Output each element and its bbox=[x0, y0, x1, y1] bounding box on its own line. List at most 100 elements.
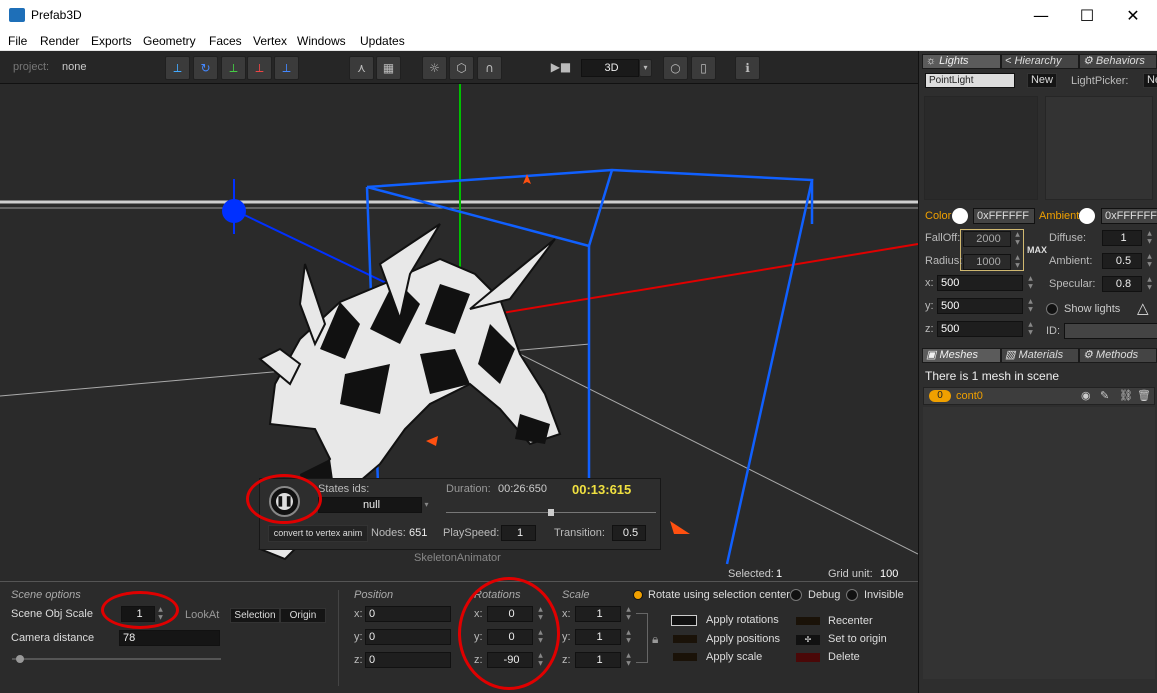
device-icon[interactable]: ▯ bbox=[691, 56, 716, 80]
light-x-spinner-icon[interactable]: ▲ ▼ bbox=[1026, 275, 1035, 291]
link-icon[interactable]: ⛓ bbox=[1119, 389, 1133, 402]
scale-y-spinner-icon[interactable]: ▲ ▼ bbox=[624, 629, 633, 645]
info-camera-icon[interactable]: ℹ bbox=[735, 56, 760, 80]
axis-z-icon[interactable]: ⟂ bbox=[274, 56, 299, 80]
falloff-spinner-icon[interactable]: ▲ ▼ bbox=[1013, 231, 1022, 247]
menu-render[interactable]: Render bbox=[40, 34, 79, 48]
grid-icon[interactable]: ▦ bbox=[376, 56, 401, 80]
edit-icon[interactable]: ✎ bbox=[1100, 389, 1109, 402]
camera-icon[interactable]: ▶■ bbox=[547, 56, 575, 80]
ambient-color-input[interactable]: 0xFFFFFF bbox=[1101, 208, 1157, 224]
light-type-select[interactable]: PointLight bbox=[925, 73, 1015, 88]
minimize-button[interactable]: — bbox=[1018, 0, 1064, 31]
close-button[interactable]: ✕ bbox=[1110, 0, 1156, 31]
diffuse-spinner-icon[interactable]: ▲ ▼ bbox=[1145, 230, 1154, 246]
apply-scale-toggle[interactable] bbox=[673, 653, 697, 661]
set-to-origin-button[interactable]: ✢ bbox=[796, 635, 820, 645]
perspective-icon[interactable]: ⋏ bbox=[349, 56, 374, 80]
color-input[interactable]: 0xFFFFFF bbox=[973, 208, 1035, 224]
show-lights-radio[interactable] bbox=[1046, 303, 1058, 315]
lookat-selection-button[interactable]: Selection bbox=[230, 608, 280, 623]
circle-icon[interactable]: ○ bbox=[663, 56, 688, 80]
view-mode-select[interactable]: 3D bbox=[581, 59, 639, 77]
position-y-label: y: bbox=[354, 631, 363, 643]
scale-z-input[interactable]: 1 bbox=[575, 652, 621, 668]
position-x-input[interactable]: 0 bbox=[365, 606, 451, 622]
light-y-input[interactable]: 500 bbox=[937, 298, 1023, 314]
tab-lights[interactable]: ☼ Lights bbox=[922, 54, 1001, 69]
states-select[interactable]: null bbox=[318, 497, 422, 513]
specular-spinner-icon[interactable]: ▲ ▼ bbox=[1145, 276, 1154, 292]
trash-icon[interactable]: 🗑︎ bbox=[1137, 389, 1151, 402]
light-x-input[interactable]: 500 bbox=[937, 275, 1023, 291]
lookat-origin-button[interactable]: Origin bbox=[280, 608, 326, 623]
ambient-swatch[interactable] bbox=[1079, 208, 1095, 224]
radius-spinner-icon[interactable]: ▲ ▼ bbox=[1013, 254, 1022, 270]
lightpicker-list[interactable] bbox=[1045, 96, 1153, 200]
maximize-button[interactable]: ☐ bbox=[1064, 0, 1110, 31]
tab-hierarchy[interactable]: < Hierarchy bbox=[1001, 54, 1079, 69]
position-y-input[interactable]: 0 bbox=[365, 629, 451, 645]
menu-geometry[interactable]: Geometry bbox=[143, 34, 196, 48]
lightpicker-new-button[interactable]: New bbox=[1143, 73, 1157, 88]
cube-icon[interactable]: ⬡ bbox=[449, 56, 474, 80]
view-mode-dropdown-icon[interactable]: ▾ bbox=[639, 59, 652, 77]
states-dropdown-icon[interactable]: ▾ bbox=[422, 497, 431, 513]
tab-meshes[interactable]: ▣ Meshes bbox=[922, 348, 1001, 363]
apply-rotations-toggle[interactable] bbox=[671, 615, 697, 626]
light-bulb-icon[interactable]: ☼ bbox=[422, 56, 447, 80]
timeline-thumb[interactable] bbox=[548, 509, 554, 516]
apply-rotations-label: Apply rotations bbox=[706, 614, 779, 626]
right-panel: ☼ Lights < Hierarchy ⚙ Behaviors PointLi… bbox=[918, 51, 1157, 693]
menu-updates[interactable]: Updates bbox=[360, 34, 405, 48]
apply-positions-toggle[interactable] bbox=[673, 635, 697, 643]
camera-distance-slider[interactable] bbox=[12, 658, 221, 660]
mesh-row[interactable]: 0 cont0 ◉ ✎ ⛓ 🗑︎ bbox=[923, 387, 1155, 405]
falloff-input[interactable]: 2000 bbox=[963, 231, 1011, 247]
eye-icon[interactable]: ◉ bbox=[1081, 389, 1091, 402]
light-z-spinner-icon[interactable]: ▲ ▼ bbox=[1026, 321, 1035, 337]
menu-windows[interactable]: Windows bbox=[297, 34, 346, 48]
color-swatch[interactable] bbox=[952, 208, 968, 224]
camera-distance-input[interactable]: 78 bbox=[119, 630, 220, 646]
playspeed-input[interactable]: 1 bbox=[501, 525, 536, 541]
recenter-button[interactable] bbox=[796, 617, 820, 625]
light-y-spinner-icon[interactable]: ▲ ▼ bbox=[1026, 298, 1035, 314]
axis-gizmo-icon[interactable]: ⟂ bbox=[165, 56, 190, 80]
mesh-list-area[interactable] bbox=[923, 407, 1155, 679]
axis-y-icon[interactable]: ⟂ bbox=[221, 56, 246, 80]
new-light-button[interactable]: New bbox=[1027, 73, 1057, 88]
tab-materials[interactable]: ▧ Materials bbox=[1001, 348, 1079, 363]
transition-label: Transition: bbox=[554, 527, 605, 539]
tab-methods[interactable]: ⚙ Methods bbox=[1079, 348, 1157, 363]
menu-vertex[interactable]: Vertex bbox=[253, 34, 287, 48]
rotate-gizmo-icon[interactable]: ↻ bbox=[193, 56, 218, 80]
transition-input[interactable]: 0.5 bbox=[612, 525, 646, 541]
convert-vertex-anim-button[interactable]: convert to vertex anim bbox=[268, 525, 368, 542]
scale-x-spinner-icon[interactable]: ▲ ▼ bbox=[624, 606, 633, 622]
diffuse-input[interactable]: 1 bbox=[1102, 230, 1142, 246]
ambient-level-input[interactable]: 0.5 bbox=[1102, 253, 1142, 269]
id-input[interactable] bbox=[1064, 323, 1157, 339]
rotate-center-radio[interactable] bbox=[633, 590, 643, 600]
specular-input[interactable]: 0.8 bbox=[1102, 276, 1142, 292]
radius-input[interactable]: 1000 bbox=[963, 254, 1011, 270]
debug-radio[interactable] bbox=[790, 589, 802, 601]
camera-distance-thumb[interactable] bbox=[16, 655, 24, 663]
axis-x-icon[interactable]: ⟂ bbox=[247, 56, 272, 80]
light-list[interactable] bbox=[924, 96, 1038, 200]
scale-z-spinner-icon[interactable]: ▲ ▼ bbox=[624, 652, 633, 668]
lock-icon[interactable]: 🔒︎ bbox=[652, 632, 658, 647]
scale-y-input[interactable]: 1 bbox=[575, 629, 621, 645]
ambient-level-spinner-icon[interactable]: ▲ ▼ bbox=[1145, 253, 1154, 269]
menu-faces[interactable]: Faces bbox=[209, 34, 242, 48]
invisible-radio[interactable] bbox=[846, 589, 858, 601]
scale-x-input[interactable]: 1 bbox=[575, 606, 621, 622]
delete-button[interactable] bbox=[796, 653, 820, 662]
light-z-input[interactable]: 500 bbox=[937, 321, 1023, 337]
magnet-icon[interactable]: ∩ bbox=[477, 56, 502, 80]
position-z-input[interactable]: 0 bbox=[365, 652, 451, 668]
menu-file[interactable]: File bbox=[8, 34, 27, 48]
tab-behaviors[interactable]: ⚙ Behaviors bbox=[1079, 54, 1157, 69]
menu-exports[interactable]: Exports bbox=[91, 34, 132, 48]
